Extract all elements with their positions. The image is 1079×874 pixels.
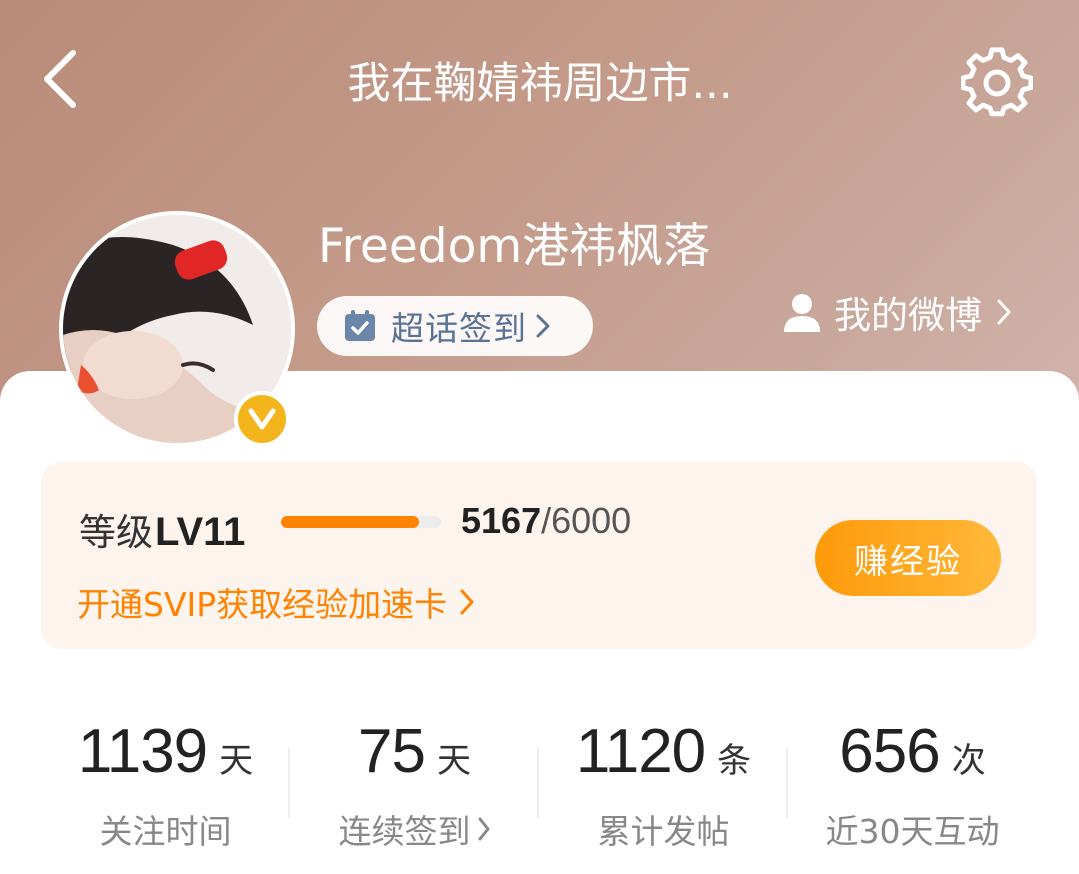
level-progress-bar: [281, 516, 441, 528]
settings-button[interactable]: [958, 44, 1036, 122]
level-panel: 等级 LV11 5167/6000 开通SVIP获取经验加速卡 赚经验: [41, 462, 1037, 649]
stat-unit: 天: [219, 741, 254, 781]
stat-label: 累计发帖: [597, 812, 730, 851]
progress-current: 5167: [461, 500, 542, 541]
my-weibo-link[interactable]: 我的微博: [782, 284, 1012, 340]
stat-label: 关注时间: [99, 812, 232, 851]
stat-checkin-streak[interactable]: 75 天 连续签到: [290, 680, 539, 874]
chevron-right-icon: [460, 589, 474, 615]
verified-v-icon: [248, 408, 276, 430]
username: Freedom港祎枫落: [318, 219, 711, 274]
stat-unit: 条: [717, 741, 752, 781]
chevron-left-icon: [44, 50, 76, 108]
svip-link[interactable]: 开通SVIP获取经验加速卡: [77, 578, 475, 626]
stats-row: 1139 天 关注时间 75 天 连续签到 1120 条 累计发帖 656 次: [41, 680, 1037, 874]
stat-interactions: 656 次 近30天互动: [788, 680, 1037, 874]
back-button[interactable]: [36, 48, 86, 110]
stat-follow-days: 1139 天 关注时间: [41, 680, 290, 874]
stat-value: 656: [839, 717, 940, 786]
calendar-check-icon: [345, 310, 375, 341]
stat-unit: 天: [436, 741, 471, 781]
level-progress-text: 5167/6000: [461, 500, 631, 542]
stat-unit: 次: [951, 741, 986, 781]
level-text: 等级: [79, 511, 153, 554]
level-progress-fill: [281, 516, 419, 528]
stat-label: 连续签到: [338, 812, 471, 851]
stat-label: 近30天互动: [825, 812, 1000, 851]
stat-value: 1139: [77, 717, 208, 786]
chevron-right-icon: [997, 299, 1011, 325]
level-value: LV11: [155, 510, 246, 554]
stat-value: 75: [358, 717, 426, 786]
level-label: 等级 LV11: [79, 502, 245, 556]
earn-exp-button[interactable]: 赚经验: [815, 520, 1001, 596]
chevron-right-icon: [478, 817, 489, 841]
progress-total: /6000: [541, 500, 632, 541]
verified-badge: [234, 391, 290, 447]
page-title: 我在鞠婧祎周边市...: [347, 59, 733, 109]
stat-total-posts: 1120 条 累计发帖: [539, 680, 788, 874]
checkin-label: 超话签到: [391, 309, 527, 348]
chevron-right-icon: [536, 314, 550, 338]
gear-icon: [961, 47, 1033, 117]
my-weibo-label: 我的微博: [834, 294, 982, 337]
stat-value: 1120: [575, 717, 706, 786]
checkin-button[interactable]: 超话签到: [317, 296, 593, 356]
svip-link-label: 开通SVIP获取经验加速卡: [77, 585, 448, 624]
person-icon: [784, 294, 820, 332]
